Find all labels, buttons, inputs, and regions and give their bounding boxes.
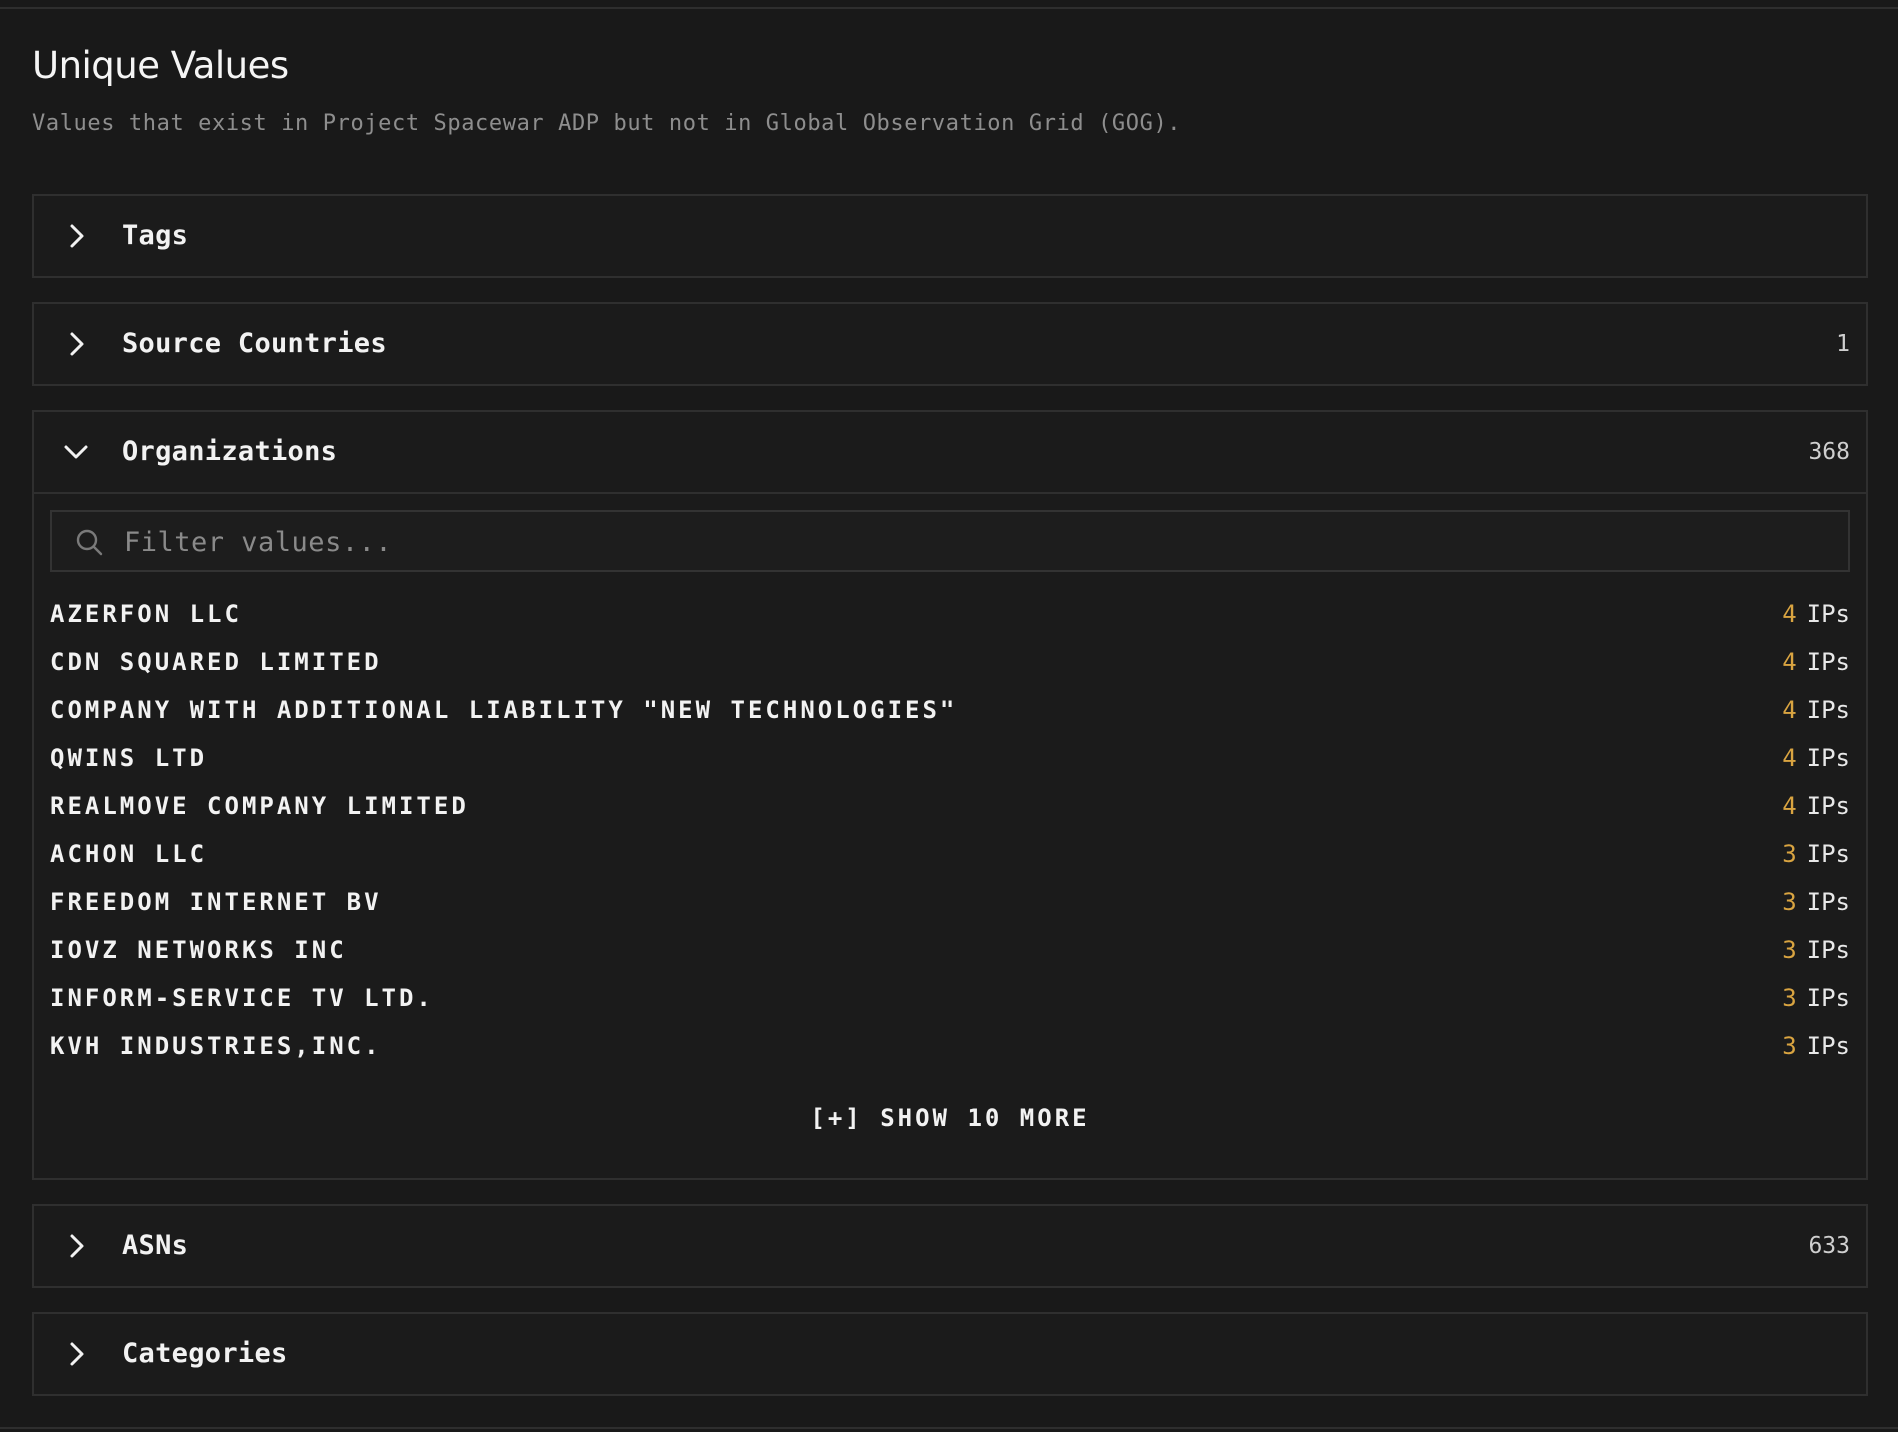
ip-count: 4 IPs — [1782, 782, 1850, 830]
ip-count-number: 3 — [1782, 984, 1797, 1012]
organization-name: IOVZ NETWORKS INC — [50, 936, 347, 964]
organization-name: COMPANY WITH ADDITIONAL LIABILITY "NEW T… — [50, 696, 958, 724]
chevron-right-icon — [62, 1340, 90, 1368]
ip-count-number: 4 — [1782, 648, 1797, 676]
organization-name: AZERFON LLC — [50, 600, 242, 628]
ip-count: 3 IPs — [1782, 878, 1850, 926]
ip-count: 4 IPs — [1782, 638, 1850, 686]
organization-name: KVH INDUSTRIES,INC. — [50, 1032, 382, 1060]
page-title: Unique Values — [32, 44, 289, 87]
section-asns: ASNs 633 — [32, 1204, 1868, 1288]
section-label: Organizations — [122, 436, 338, 467]
ip-count: 3 IPs — [1782, 1022, 1850, 1070]
organization-name: ACHON LLC — [50, 840, 208, 868]
list-item[interactable]: ACHON LLC 3 IPs — [50, 830, 1850, 878]
section-count: 368 — [1808, 439, 1850, 465]
ip-count-unit: IPs — [1806, 888, 1850, 916]
list-item[interactable]: AZERFON LLC 4 IPs — [50, 590, 1850, 638]
ip-count: 4 IPs — [1782, 590, 1850, 638]
ip-count-number: 3 — [1782, 936, 1797, 964]
ip-count-number: 3 — [1782, 1032, 1797, 1060]
section-label: Source Countries — [122, 328, 387, 359]
list-item[interactable]: COMPANY WITH ADDITIONAL LIABILITY "NEW T… — [50, 686, 1850, 734]
list-item[interactable]: IOVZ NETWORKS INC 3 IPs — [50, 926, 1850, 974]
chevron-right-icon — [62, 1232, 90, 1260]
search-icon — [74, 527, 104, 557]
organization-name: REALMOVE COMPANY LIMITED — [50, 792, 469, 820]
list-item[interactable]: FREEDOM INTERNET BV 3 IPs — [50, 878, 1850, 926]
ip-count: 4 IPs — [1782, 734, 1850, 782]
section-label: Categories — [122, 1338, 288, 1369]
list-item[interactable]: CDN SQUARED LIMITED 4 IPs — [50, 638, 1850, 686]
show-more-button[interactable]: [+] SHOW 10 MORE — [34, 1094, 1866, 1142]
ip-count-unit: IPs — [1806, 792, 1850, 820]
ip-count-number: 3 — [1782, 888, 1797, 916]
section-categories: Categories — [32, 1312, 1868, 1396]
section-label: Tags — [122, 220, 189, 251]
ip-count: 3 IPs — [1782, 926, 1850, 974]
organizations-panel-body: AZERFON LLC 4 IPs CDN SQUARED LIMITED 4 IPs CO… — [34, 492, 1866, 1178]
ip-count-unit: IPs — [1806, 648, 1850, 676]
list-item[interactable]: REALMOVE COMPANY LIMITED 4 IPs — [50, 782, 1850, 830]
section-organizations: Organizations 368 AZERFON LLC4IPsCDN SQU… — [32, 410, 1868, 1180]
page-subtitle: Values that exist in Project Spacewar AD… — [32, 111, 1182, 136]
list-item[interactable]: INFORM-SERVICE TV LTD. 3 IPs — [50, 974, 1850, 1022]
filter-field — [50, 510, 1850, 572]
ip-count-number: 4 — [1782, 744, 1797, 772]
ip-count-number: 4 — [1782, 696, 1797, 724]
section-tags: Tags — [32, 194, 1868, 278]
ip-count: 3 IPs — [1782, 830, 1850, 878]
chevron-right-icon — [62, 330, 90, 358]
section-source-countries-header[interactable]: Source Countries 1 — [34, 304, 1866, 384]
section-categories-header[interactable]: Categories — [34, 1314, 1866, 1394]
section-label: ASNs — [122, 1230, 189, 1261]
organization-name: FREEDOM INTERNET BV — [50, 888, 382, 916]
ip-count-unit: IPs — [1806, 1032, 1850, 1060]
ip-count-number: 4 — [1782, 792, 1797, 820]
ip-count: 3 IPs — [1782, 974, 1850, 1022]
ip-count-unit: IPs — [1806, 744, 1850, 772]
ip-count: 4 IPs — [1782, 686, 1850, 734]
section-count: 633 — [1808, 1233, 1850, 1259]
organization-name: CDN SQUARED LIMITED — [50, 648, 382, 676]
chevron-right-icon — [62, 222, 90, 250]
ip-count-unit: IPs — [1806, 840, 1850, 868]
ip-count-unit: IPs — [1806, 696, 1850, 724]
bottom-divider — [0, 1427, 1898, 1432]
organization-name: INFORM-SERVICE TV LTD. — [50, 984, 434, 1012]
ip-count-unit: IPs — [1806, 600, 1850, 628]
ip-count-unit: IPs — [1806, 936, 1850, 964]
list-item[interactable]: KVH INDUSTRIES,INC. 3 IPs — [50, 1022, 1850, 1070]
ip-count-number: 3 — [1782, 840, 1797, 868]
section-source-countries: Source Countries 1 — [32, 302, 1868, 386]
section-organizations-header[interactable]: Organizations 368 — [34, 412, 1866, 492]
ip-count-unit: IPs — [1806, 984, 1850, 1012]
filter-input[interactable] — [122, 512, 1826, 572]
top-divider — [0, 0, 1898, 9]
ip-count-number: 4 — [1782, 600, 1797, 628]
chevron-down-icon — [62, 438, 90, 466]
section-asns-header[interactable]: ASNs 633 — [34, 1206, 1866, 1286]
section-count: 1 — [1836, 331, 1850, 357]
organization-name: QWINS LTD — [50, 744, 208, 772]
section-tags-header[interactable]: Tags — [34, 196, 1866, 276]
organization-list: AZERFON LLC 4 IPs CDN SQUARED LIMITED 4 IPs CO… — [50, 590, 1850, 1070]
list-item[interactable]: QWINS LTD 4 IPs — [50, 734, 1850, 782]
